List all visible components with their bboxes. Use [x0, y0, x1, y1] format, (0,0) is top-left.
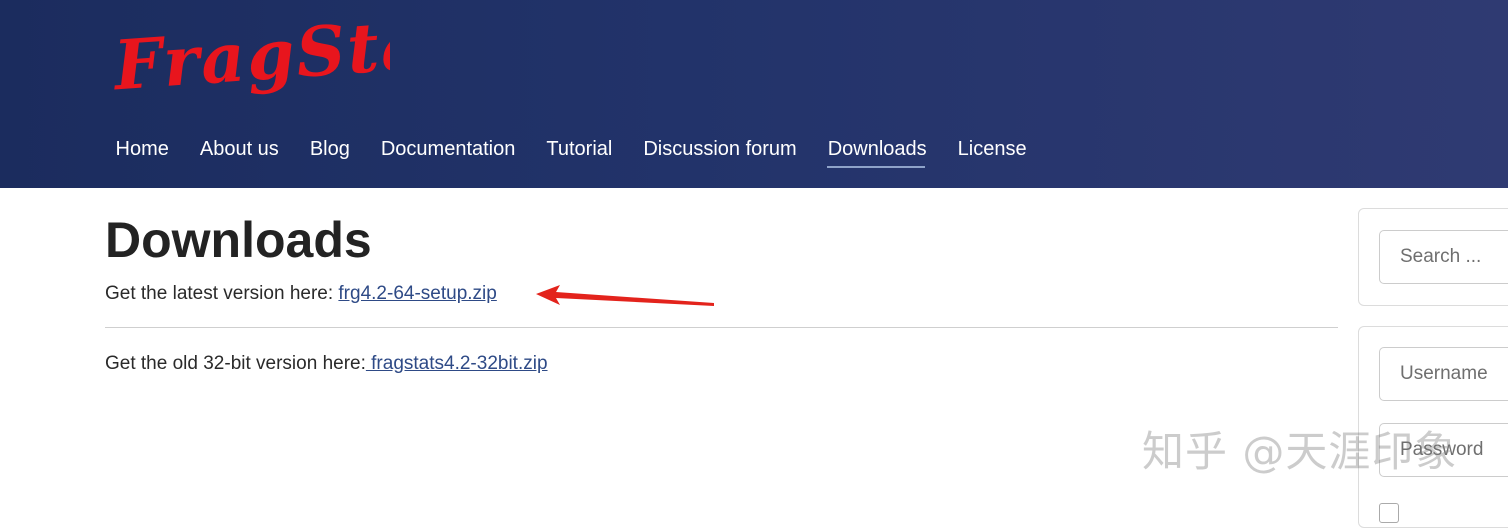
latest-version-line: Get the latest version here: frg4.2-64-s… [105, 280, 497, 308]
red-arrow-icon [530, 282, 720, 312]
search-input[interactable] [1379, 230, 1508, 284]
nav-blog[interactable]: Blog [294, 134, 365, 164]
remember-me-checkbox[interactable] [1379, 503, 1399, 523]
old-version-line: Get the old 32-bit version here: fragsta… [105, 350, 548, 378]
nav-downloads[interactable]: Downloads [812, 134, 942, 168]
latest-download-link[interactable]: frg4.2-64-setup.zip [338, 283, 496, 304]
latest-version-label: Get the latest version here: [105, 283, 339, 304]
site-header: FragStats Home About us Blog Documentati… [0, 0, 1508, 188]
nav-tutorial[interactable]: Tutorial [531, 134, 628, 164]
page-title: Downloads [105, 212, 372, 268]
nav-documentation[interactable]: Documentation [365, 134, 531, 164]
site-logo[interactable]: FragStats [110, 8, 390, 108]
watermark: 知乎 @天涯印象 [1142, 427, 1458, 476]
main-nav: Home About us Blog Documentation Tutoria… [100, 134, 1042, 174]
nav-about-us[interactable]: About us [184, 134, 294, 164]
old-version-label: Get the old 32-bit version here: [105, 353, 366, 374]
nav-home[interactable]: Home [100, 134, 184, 164]
logo-text: FragStats [110, 8, 390, 107]
old-download-link[interactable]: fragstats4.2-32bit.zip [366, 353, 547, 374]
main-content: Downloads Get the latest version here: f… [105, 200, 1338, 374]
search-widget [1358, 208, 1508, 306]
divider [105, 327, 1338, 328]
nav-license[interactable]: License [942, 134, 1042, 164]
username-field[interactable] [1379, 347, 1508, 401]
nav-discussion-forum[interactable]: Discussion forum [628, 134, 812, 164]
